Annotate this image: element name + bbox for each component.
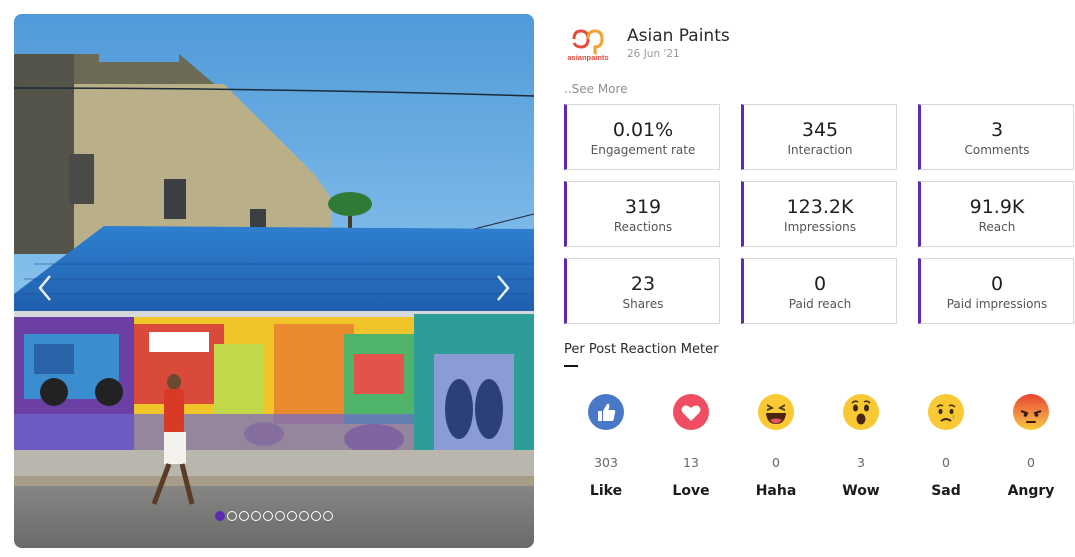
metric-card: 0 Paid impressions: [918, 258, 1074, 324]
post-date: 26 Jun '21: [627, 48, 680, 60]
reaction-sad: 0 Sad: [904, 394, 988, 499]
metric-card: 123.2K Impressions: [741, 181, 897, 247]
post-image-carousel[interactable]: [14, 14, 534, 548]
slide-indicator: [215, 511, 333, 521]
next-slide-button[interactable]: [488, 270, 518, 306]
metric-card: 91.9K Reach: [918, 181, 1074, 247]
asian-paints-logo: asianpaints: [564, 22, 612, 70]
previous-slide-button[interactable]: [30, 270, 60, 306]
metric-label: Impressions: [784, 219, 856, 234]
metric-value: 345: [801, 118, 839, 141]
metric-label: Paid reach: [788, 296, 852, 311]
chevron-left-icon: [38, 275, 51, 301]
metric-value: 123.2K: [786, 195, 854, 218]
slide-dot[interactable]: [227, 511, 237, 521]
chevron-right-icon: [497, 275, 510, 301]
metric-card: 23 Shares: [564, 258, 720, 324]
metric-card: 0 Paid reach: [741, 258, 897, 324]
metric-label: Paid impressions: [946, 296, 1048, 311]
metric-label: Engagement rate: [590, 142, 696, 157]
reaction-label: Like: [589, 483, 623, 499]
reaction-label: Love: [672, 483, 710, 499]
slide-dot[interactable]: [299, 511, 309, 521]
slide-dot[interactable]: [239, 511, 249, 521]
brand-info: Asian Paints 26 Jun '21: [627, 22, 730, 60]
metric-value: 0.01%: [612, 118, 674, 141]
metric-card: 319 Reactions: [564, 181, 720, 247]
reaction-label: Sad: [931, 483, 961, 499]
wow-icon: [843, 394, 879, 430]
haha-icon: [758, 394, 794, 430]
metric-label: Interaction: [787, 142, 853, 157]
metric-value: 0: [813, 272, 827, 295]
metrics-grid: 0.01% Engagement rate 345 Interaction 3 …: [564, 104, 1074, 324]
reaction-count: 0: [1027, 455, 1035, 470]
metric-value: 23: [630, 272, 656, 295]
slide-dot[interactable]: [215, 511, 225, 521]
sad-icon: [928, 394, 964, 430]
metric-value: 319: [624, 195, 662, 218]
metric-value: 0: [990, 272, 1004, 295]
reaction-count: 0: [772, 455, 780, 470]
reaction-label: Haha: [755, 483, 797, 499]
slide-dot[interactable]: [287, 511, 297, 521]
title-underline: [564, 365, 578, 367]
reaction-meter: 303 Like 13 Love 0 Haha 3 Wow 0 Sad 0 An…: [564, 394, 1074, 514]
reaction-count: 0: [942, 455, 950, 470]
svg-text:asianpaints: asianpaints: [567, 53, 608, 62]
slide-dot[interactable]: [263, 511, 273, 521]
brand-name: Asian Paints: [627, 26, 730, 46]
metric-label: Reach: [978, 219, 1016, 234]
metric-label: Shares: [622, 296, 664, 311]
slide-dot[interactable]: [275, 511, 285, 521]
metric-label: Comments: [964, 142, 1030, 157]
reaction-like: 303 Like: [564, 394, 648, 499]
reaction-label: Angry: [1007, 483, 1055, 499]
reaction-haha: 0 Haha: [734, 394, 818, 499]
reaction-meter-title: Per Post Reaction Meter: [564, 342, 719, 357]
see-more-link[interactable]: ..See More: [564, 82, 628, 96]
like-icon: [588, 394, 624, 430]
post-image: [14, 14, 534, 548]
reaction-count: 303: [594, 455, 618, 470]
metric-value: 91.9K: [969, 195, 1025, 218]
metric-card: 3 Comments: [918, 104, 1074, 170]
metric-card: 0.01% Engagement rate: [564, 104, 720, 170]
reaction-angry: 0 Angry: [989, 394, 1073, 499]
reaction-count: 13: [683, 455, 699, 470]
slide-dot[interactable]: [323, 511, 333, 521]
angry-icon: [1013, 394, 1049, 430]
slide-dot[interactable]: [311, 511, 321, 521]
love-icon: [673, 394, 709, 430]
slide-dot[interactable]: [251, 511, 261, 521]
reaction-love: 13 Love: [649, 394, 733, 499]
reaction-count: 3: [857, 455, 865, 470]
metric-card: 345 Interaction: [741, 104, 897, 170]
metric-label: Reactions: [613, 219, 673, 234]
reaction-label: Wow: [842, 483, 880, 499]
reaction-wow: 3 Wow: [819, 394, 903, 499]
metric-value: 3: [990, 118, 1004, 141]
post-header: asianpaints Asian Paints 26 Jun '21: [564, 22, 730, 72]
